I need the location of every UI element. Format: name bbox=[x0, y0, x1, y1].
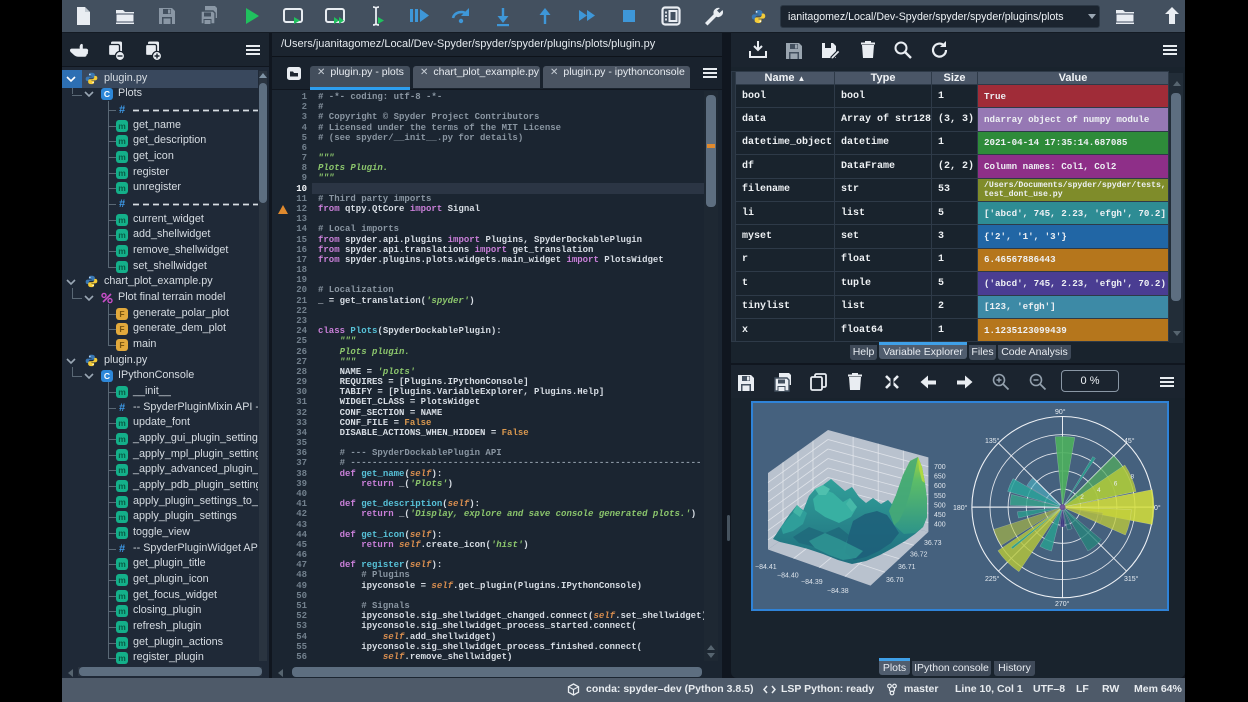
svg-text:36.71: 36.71 bbox=[898, 564, 916, 571]
svg-text:315°: 315° bbox=[1124, 575, 1139, 583]
svg-text:270°: 270° bbox=[1055, 600, 1070, 608]
svg-text:90°: 90° bbox=[1055, 408, 1066, 416]
svg-text:36.73: 36.73 bbox=[924, 540, 942, 547]
svg-text:0°: 0° bbox=[1154, 504, 1161, 512]
svg-text:8: 8 bbox=[1131, 473, 1135, 480]
svg-text:650: 650 bbox=[934, 474, 946, 481]
svg-text:36.70: 36.70 bbox=[886, 577, 904, 584]
svg-text:180°: 180° bbox=[953, 504, 968, 512]
svg-text:−84.41: −84.41 bbox=[755, 564, 777, 571]
svg-text:−84.38: −84.38 bbox=[827, 588, 849, 595]
svg-text:700: 700 bbox=[934, 464, 946, 471]
svg-text:4: 4 bbox=[1097, 487, 1101, 494]
svg-text:550: 550 bbox=[934, 493, 946, 500]
svg-text:2: 2 bbox=[1080, 494, 1084, 501]
svg-text:−84.40: −84.40 bbox=[777, 573, 799, 580]
svg-text:225°: 225° bbox=[985, 575, 1000, 583]
svg-text:400: 400 bbox=[934, 521, 946, 528]
svg-text:6: 6 bbox=[1114, 480, 1118, 487]
svg-text:36.72: 36.72 bbox=[910, 552, 928, 559]
svg-text:135°: 135° bbox=[985, 437, 1000, 445]
svg-text:500: 500 bbox=[934, 502, 946, 509]
svg-text:450: 450 bbox=[934, 512, 946, 519]
svg-text:45°: 45° bbox=[1124, 437, 1135, 445]
svg-text:600: 600 bbox=[934, 483, 946, 490]
svg-text:−84.39: −84.39 bbox=[801, 579, 823, 586]
